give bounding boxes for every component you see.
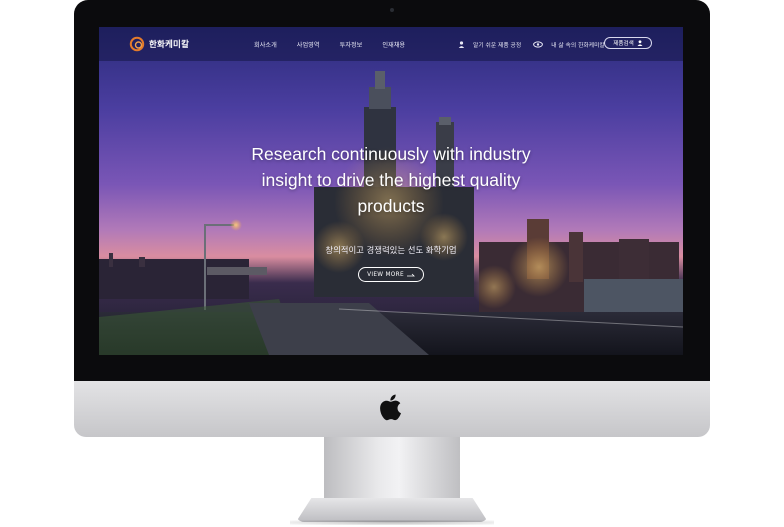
view-more-label: VIEW MORE	[367, 271, 404, 278]
top-navigation: 한화케미칼 회사소개 사업영역 투자정보 인재채용 알기 쉬운 제품 공정 내 …	[99, 27, 683, 61]
company-logo[interactable]: 한화케미칼	[129, 36, 189, 52]
utility-links: 알기 쉬운 제품 공정 내 삶 속의 한화케미칼	[458, 40, 605, 49]
hero-subline: 창의적이고 경쟁력있는 선도 화학기업	[325, 245, 457, 255]
view-more-button[interactable]: VIEW MORE	[358, 267, 424, 282]
logo-mark-icon	[129, 36, 145, 52]
menu-item-careers[interactable]: 인재채용	[382, 40, 405, 49]
camera-icon	[390, 8, 394, 12]
imac-stand-foot	[296, 498, 488, 522]
util-link-process[interactable]: 알기 쉬운 제품 공정	[473, 40, 521, 49]
menu-item-company[interactable]: 회사소개	[254, 40, 277, 49]
main-menu: 회사소개 사업영역 투자정보 인재채용	[254, 40, 405, 49]
headline-line-3: products	[357, 196, 425, 216]
headline-line-2: insight to drive the highest quality	[261, 170, 521, 190]
person-icon	[458, 41, 465, 48]
util-link-life[interactable]: 내 삶 속의 한화케미칼	[551, 40, 605, 49]
apple-logo-icon	[380, 394, 401, 421]
menu-item-business[interactable]: 사업영역	[297, 40, 320, 49]
arrow-right-icon	[406, 273, 415, 277]
eye-icon	[533, 41, 544, 48]
headline-line-1: Research continuously with industry	[251, 144, 531, 164]
stand-shadow	[290, 520, 494, 525]
logo-text: 한화케미칼	[149, 40, 190, 50]
product-search-button[interactable]: 제품검색	[604, 37, 652, 49]
user-icon	[637, 40, 643, 46]
product-search-label: 제품검색	[613, 41, 634, 47]
hero-headline: Research continuously with industry insi…	[229, 141, 553, 219]
imac-chin	[74, 381, 710, 437]
menu-item-investor[interactable]: 투자정보	[340, 40, 363, 49]
imac-stand-neck	[324, 437, 460, 501]
website-screen: 한화케미칼 회사소개 사업영역 투자정보 인재채용 알기 쉬운 제품 공정 내 …	[99, 27, 683, 355]
